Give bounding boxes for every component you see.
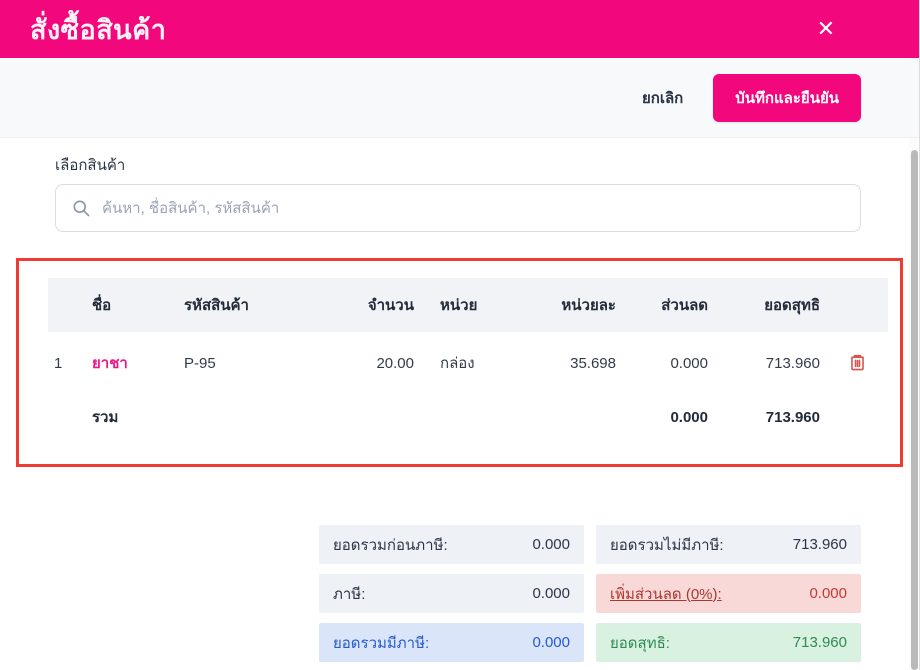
- summary-total-no-tax: ยอดรวมไม่มีภาษี: 713.960: [596, 525, 861, 564]
- product-search: [55, 184, 861, 232]
- purchase-order-modal: สั่งซื้อสินค้า ✕ ยกเลิก บันทึกและยืนยัน …: [0, 0, 920, 670]
- trash-icon: [850, 354, 864, 370]
- summary-value: 0.000: [532, 634, 570, 651]
- table-row: 1 ยาชา P-95 20.00 กล่อง 35.698 0.000 713…: [48, 332, 888, 394]
- product-picker: เลือกสินค้า: [55, 153, 861, 232]
- modal-title: สั่งซื้อสินค้า: [30, 14, 167, 45]
- summary-add-discount: เพิ่มส่วนลด (0%): 0.000: [596, 574, 861, 613]
- add-discount-link[interactable]: เพิ่มส่วนลด (0%):: [610, 582, 722, 606]
- summary-pre-tax-total: ยอดรวมก่อนภาษี: 0.000: [319, 525, 584, 564]
- action-bar: ยกเลิก บันทึกและยืนยัน: [0, 58, 919, 138]
- delete-row-button[interactable]: [846, 350, 869, 377]
- col-header-actions: [826, 278, 888, 332]
- col-header-code: รหัสสินค้า: [178, 278, 338, 332]
- product-code: P-95: [184, 354, 216, 372]
- total-discount: 0.000: [670, 408, 708, 426]
- col-header-index: [48, 278, 86, 332]
- summary-label: ยอดรวมมีภาษี:: [333, 634, 430, 652]
- totals-summary: ยอดรวมก่อนภาษี: 0.000 ภาษี: 0.000 ยอดรวม…: [0, 525, 861, 662]
- summary-value: 0.000: [809, 585, 847, 602]
- items-table-header-row: ชื่อ รหัสสินค้า จำนวน หน่วย หน่วยละ ส่วน…: [48, 278, 888, 332]
- product-net: 713.960: [765, 354, 820, 372]
- table-total-row: รวม 0.000 713.960: [48, 394, 888, 440]
- product-name-link[interactable]: ยาชา: [92, 355, 128, 372]
- col-header-discount: ส่วนลด: [622, 278, 714, 332]
- summary-right-column: ยอดรวมไม่มีภาษี: 713.960 เพิ่มส่วนลด (0%…: [596, 525, 861, 662]
- total-label: รวม: [92, 409, 119, 426]
- col-header-unit: หน่วย: [420, 278, 504, 332]
- col-header-unit-price: หน่วยละ: [504, 278, 622, 332]
- summary-label: ยอดรวมก่อนภาษี:: [333, 536, 448, 554]
- product-qty: 20.00: [376, 354, 414, 372]
- product-picker-label: เลือกสินค้า: [55, 157, 126, 174]
- product-unit: กล่อง: [440, 355, 475, 372]
- row-index: 1: [54, 354, 63, 372]
- items-table: ชื่อ รหัสสินค้า จำนวน หน่วย หน่วยละ ส่วน…: [48, 278, 888, 440]
- summary-net-total: ยอดสุทธิ: 713.960: [596, 623, 861, 662]
- col-header-name: ชื่อ: [86, 278, 178, 332]
- scrollbar-thumb[interactable]: [911, 150, 918, 670]
- total-net: 713.960: [765, 408, 820, 426]
- summary-value: 0.000: [532, 585, 570, 602]
- modal-header: สั่งซื้อสินค้า ✕: [0, 0, 919, 58]
- summary-label: ยอดสุทธิ:: [610, 634, 670, 652]
- summary-label: ยอดรวมไม่มีภาษี:: [610, 536, 724, 554]
- save-confirm-button[interactable]: บันทึกและยืนยัน: [713, 73, 861, 122]
- summary-label: ภาษี:: [333, 585, 366, 603]
- close-icon: ✕: [816, 16, 835, 41]
- summary-total-with-tax: ยอดรวมมีภาษี: 0.000: [319, 623, 584, 662]
- close-button[interactable]: ✕: [809, 14, 843, 44]
- summary-tax: ภาษี: 0.000: [319, 574, 584, 613]
- items-table-highlight-box: ชื่อ รหัสสินค้า จำนวน หน่วย หน่วยละ ส่วน…: [16, 258, 903, 467]
- summary-value: 0.000: [532, 536, 570, 553]
- product-unit-price: 35.698: [570, 354, 616, 372]
- summary-value: 713.960: [792, 634, 847, 651]
- col-header-net: ยอดสุทธิ: [714, 278, 826, 332]
- search-icon: [73, 200, 90, 217]
- summary-value: 713.960: [792, 536, 847, 553]
- product-search-input[interactable]: [55, 184, 861, 232]
- summary-left-column: ยอดรวมก่อนภาษี: 0.000 ภาษี: 0.000 ยอดรวม…: [319, 525, 584, 662]
- cancel-button[interactable]: ยกเลิก: [642, 86, 683, 110]
- product-discount: 0.000: [670, 354, 708, 372]
- col-header-qty: จำนวน: [338, 278, 420, 332]
